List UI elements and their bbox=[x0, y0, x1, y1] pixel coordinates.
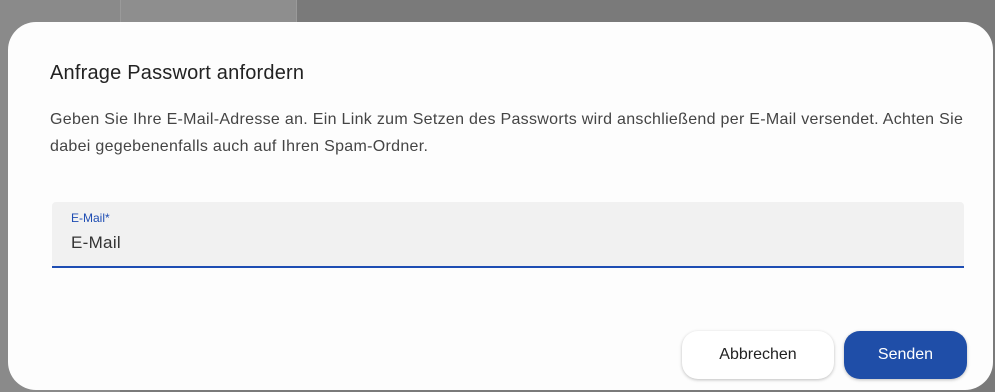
email-field[interactable]: E-Mail* E-Mail bbox=[52, 202, 964, 268]
email-input[interactable]: E-Mail bbox=[71, 233, 121, 253]
dialog-title: Anfrage Passwort anfordern bbox=[50, 62, 305, 84]
dialog-description: Geben Sie Ihre E-Mail-Adresse an. Ein Li… bbox=[50, 111, 964, 155]
send-button[interactable]: Senden bbox=[844, 331, 967, 379]
cancel-button[interactable]: Abbrechen bbox=[682, 331, 834, 379]
email-field-label: E-Mail* bbox=[71, 211, 110, 225]
password-request-dialog: Anfrage Passwort anfordern Geben Sie Ihr… bbox=[8, 22, 993, 390]
